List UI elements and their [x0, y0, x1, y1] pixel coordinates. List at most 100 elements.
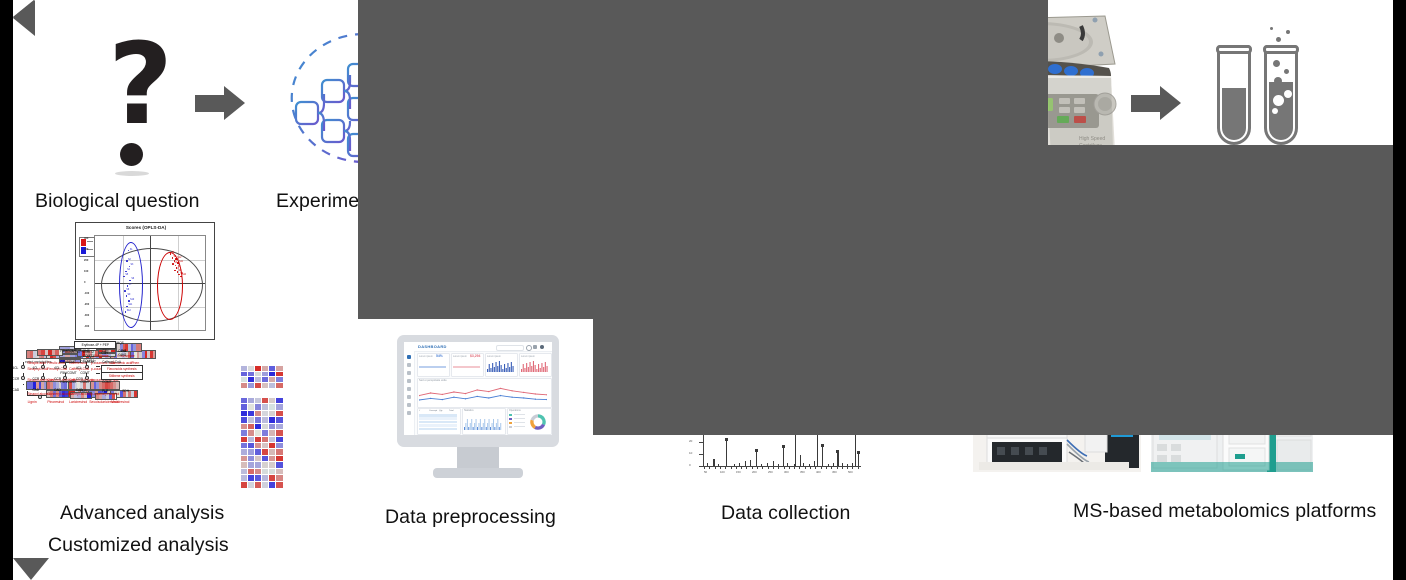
line-chart-point: [476, 389, 478, 391]
spectrum-peak-label: [724, 438, 728, 442]
pls-da-scores-plot: Scores (OPLS-DA) S1 S2 S3 S4 S5 S6 S7 S8 S9 S10 S1…: [75, 222, 215, 340]
metabolite-label: Matairesinol: [111, 399, 130, 404]
heatmap-cell: [261, 480, 270, 490]
spectrum-peak: [837, 453, 839, 466]
spectrum-peak: [802, 462, 805, 466]
sidebar-icon-5[interactable]: [407, 387, 411, 391]
enzyme-label: PLR: [80, 388, 87, 393]
enzyme-label: 4CL: [32, 365, 39, 370]
sidebar-icon-4[interactable]: [407, 379, 411, 383]
spectrum-x-tick: [820, 466, 822, 469]
enzyme-label: C4H2: [118, 353, 127, 358]
enzyme-label: CAD: [13, 387, 20, 392]
sidebar-icon-1[interactable]: [407, 355, 411, 359]
spectrum-y-tick-label: 20: [689, 439, 693, 444]
monitor-screen: DASHBOARD Lorem ipsum 54% Lorem ipsum $3,29…: [404, 342, 552, 435]
spectrum-x-tick: [810, 466, 811, 469]
line-chart-point: [534, 398, 537, 400]
pls-y-tick-label: 300: [84, 248, 89, 251]
sidebar-icon-2[interactable]: [407, 363, 411, 367]
sidebar-icon-7[interactable]: [407, 403, 411, 407]
statistics-bar: [488, 419, 490, 430]
spectrum-peak: [749, 460, 751, 466]
bubble: [1284, 90, 1292, 98]
bubble: [1273, 60, 1280, 67]
pls-y-tick-label: -400: [84, 325, 90, 328]
pls-point-label: S4: [127, 269, 130, 272]
enzyme-label: 4CL: [75, 365, 82, 370]
pls-point-label: S12: [126, 309, 131, 312]
search-icon[interactable]: [526, 344, 532, 351]
statistics-bar: [468, 427, 470, 430]
table-header-cell: #: [419, 410, 421, 412]
spectrum-x-tick: [788, 466, 790, 469]
pls-point-label: S11: [128, 304, 133, 307]
sidebar-icon-6[interactable]: [407, 395, 411, 399]
test-tube-right: [1263, 45, 1299, 145]
heatmap-cell: [275, 480, 284, 490]
spectrum-x-tick: [735, 466, 737, 469]
sidebar-icon-8[interactable]: [407, 411, 411, 415]
spectrum-x-tick: [772, 466, 774, 469]
statistics-bar: [471, 419, 473, 430]
pls-point-label: S1: [171, 251, 175, 254]
spectrum-x-tick: [841, 466, 843, 469]
spectrum-x-tick-label: 50: [704, 470, 708, 474]
gear-icon[interactable]: [540, 344, 544, 349]
enzyme-label: COMT: [80, 379, 90, 384]
statistics-bar: [475, 419, 477, 430]
spectrum-peak: [738, 462, 740, 466]
bell-icon[interactable]: [533, 344, 537, 349]
spectrum-x-tick: [751, 466, 753, 469]
spectrum-peak: [846, 463, 849, 466]
kpi-sparkline: [453, 366, 480, 368]
pls-point-label: S11: [179, 260, 183, 263]
spectrum-peak: [707, 462, 709, 466]
svg-text:High Speed: High Speed: [1079, 136, 1105, 142]
donut-legend-label: [514, 414, 525, 416]
spectrum-x-tick-label: 100: [720, 470, 725, 474]
spectrum-x-tick-label: 400: [816, 470, 821, 474]
spectrum-x-tick: [704, 466, 705, 469]
pls-y-tick-label: 400: [84, 237, 89, 240]
pls-da-title: Scores (OPLS-DA): [125, 225, 167, 230]
pls-point-label: S12: [177, 256, 182, 259]
pathway-node: [21, 375, 26, 380]
dashboard-search-box[interactable]: [496, 344, 524, 351]
process-box-erythrose: Erythose-4P + PEP: [74, 341, 117, 350]
process-box-stilbene: Stilbene synthesis: [100, 371, 143, 380]
table-row: [419, 414, 457, 417]
donut-legend-swatch: [509, 418, 512, 421]
statistics-bar: [482, 423, 484, 430]
spectrum-y-tick: [699, 466, 703, 467]
test-tube-left: [1216, 45, 1252, 145]
statistics-bar: [490, 427, 491, 430]
bubble: [1272, 108, 1278, 114]
spectrum-peak: [760, 463, 762, 466]
statistics-bar: [498, 427, 500, 430]
kpi-value: $3,294: [470, 354, 481, 358]
spectrum-peak: [782, 448, 784, 466]
arrow-right-4: [1131, 86, 1181, 120]
sidebar-icon-3[interactable]: [407, 371, 411, 375]
table-row: [419, 420, 457, 424]
enzyme-label: CCoAOMT: [60, 359, 76, 364]
spectrum-x-tick: [767, 466, 769, 469]
enzyme-label: 4CL: [13, 365, 19, 370]
spectrum-peak: [713, 458, 715, 466]
enzyme-label: Caffeoyl-CoA: [102, 359, 121, 364]
metabolite-label: Lariciresinol: [69, 399, 88, 404]
metabolite-label: Sinapic acid: [27, 360, 46, 365]
line-chart-point: [464, 392, 467, 395]
statistics-bar: [478, 423, 480, 430]
statistics-bar: [487, 423, 489, 430]
enzyme-label: CAD: [32, 387, 40, 392]
heatmap-cell: [247, 480, 256, 490]
line-chart-point: [476, 395, 478, 398]
label-biological-question: Biological question: [35, 190, 200, 212]
kpi-label: Lorem ipsum: [453, 354, 467, 358]
pathway-connector: [22, 383, 24, 385]
spectrum-x-tick-label: 350: [800, 470, 805, 474]
line-chart-point: [534, 393, 537, 395]
dashboard-monitor: DASHBOARD Lorem ipsum 54% Lorem ipsum $3,29…: [383, 335, 573, 490]
